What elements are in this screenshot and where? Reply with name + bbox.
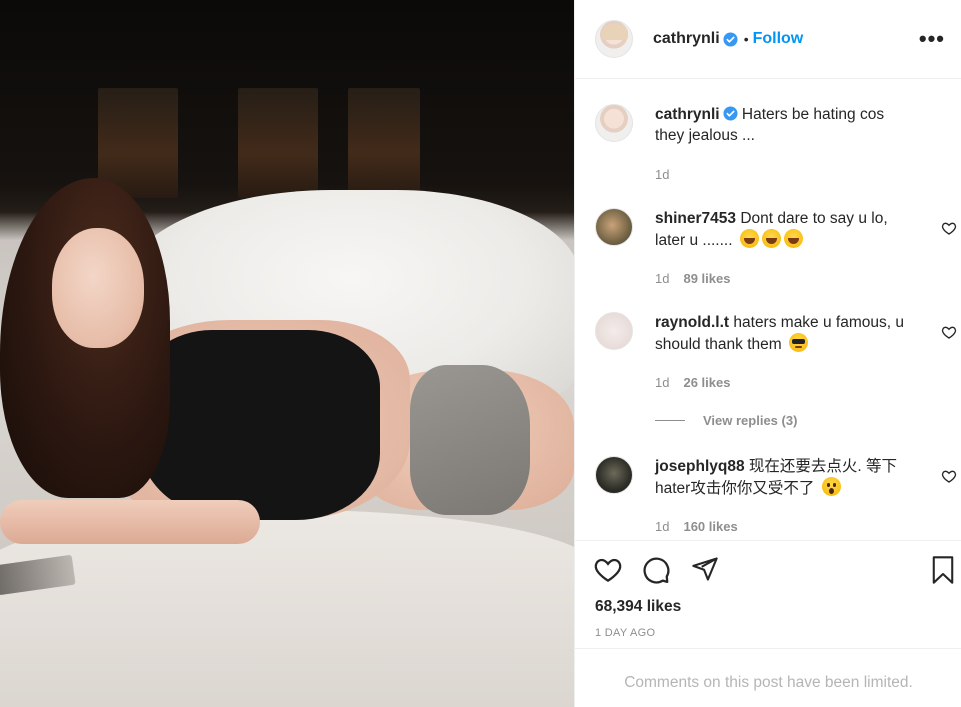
post-panel: cathrynli • Follow ••• cathrynli Haters …	[574, 0, 961, 707]
caption-time: 1d	[655, 167, 670, 182]
comment-username[interactable]: raynold.l.t	[655, 314, 729, 331]
actions-bar: 68,394 likes 1 DAY AGO	[575, 540, 961, 648]
comments-limited-notice: Comments on this post have been limited.	[575, 648, 961, 707]
follow-button[interactable]: Follow	[753, 30, 804, 48]
figure-top	[140, 330, 380, 520]
comment-username[interactable]: josephlyq88	[655, 458, 745, 475]
verified-icon	[723, 106, 738, 121]
avatar[interactable]	[595, 312, 633, 350]
action-icons	[593, 555, 954, 587]
caption-text: cathrynli Haters be hating cos they jeal…	[655, 104, 913, 146]
background-window	[238, 88, 318, 198]
view-replies-label: View replies (3)	[703, 413, 798, 428]
comment-icon[interactable]	[641, 555, 671, 585]
comment-meta: 1d 89 likes	[655, 271, 730, 286]
view-replies-button[interactable]: View replies (3)	[655, 413, 797, 428]
comment-item: shiner7453 Dont dare to say u lo, later …	[595, 208, 957, 286]
background-window	[348, 88, 420, 198]
comment-text: josephlyq88 现在还要去点火. 等下hater攻击你你又受不了	[655, 456, 913, 499]
post-header: cathrynli • Follow •••	[575, 0, 961, 79]
like-comment-heart-icon[interactable]	[941, 220, 957, 236]
caption-username[interactable]: cathrynli	[655, 106, 720, 123]
avatar[interactable]	[595, 456, 633, 494]
post-timestamp: 1 DAY AGO	[595, 627, 656, 639]
post-photo[interactable]	[0, 0, 574, 707]
verified-icon	[723, 31, 738, 47]
comment-username[interactable]: shiner7453	[655, 210, 736, 227]
more-icon[interactable]: •••	[919, 28, 945, 50]
comment-text: shiner7453 Dont dare to say u lo, later …	[655, 208, 913, 251]
figure-brief	[410, 365, 530, 515]
figure-face	[52, 228, 144, 348]
caption-meta: 1d	[655, 167, 669, 182]
face-with-tears-of-joy-icon	[761, 229, 781, 248]
smiling-face-with-sunglasses-icon	[788, 333, 808, 352]
avatar[interactable]	[595, 208, 633, 246]
comment-meta: 1d 160 likes	[655, 519, 738, 534]
like-comment-heart-icon[interactable]	[941, 468, 957, 484]
likes-count[interactable]: 68,394 likes	[595, 598, 681, 616]
comments-list: cathrynli Haters be hating cos they jeal…	[575, 80, 961, 540]
avatar[interactable]	[595, 20, 633, 58]
heart-icon[interactable]	[593, 555, 623, 585]
caption: cathrynli Haters be hating cos they jeal…	[595, 104, 955, 182]
face-with-tears-of-joy-icon	[739, 229, 759, 248]
comment-likes[interactable]: 26 likes	[683, 375, 730, 390]
comment-time: 1d	[655, 519, 670, 534]
comment-likes[interactable]: 89 likes	[683, 271, 730, 286]
comment-text: raynold.l.t haters make u famous, u shou…	[655, 312, 913, 355]
share-icon[interactable]	[691, 555, 719, 583]
comment-item: josephlyq88 现在还要去点火. 等下hater攻击你你又受不了 1d 1…	[595, 456, 957, 534]
comment-time: 1d	[655, 271, 670, 286]
comment-meta: 1d 26 likes	[655, 375, 730, 390]
face-with-open-mouth-icon	[821, 477, 841, 496]
bookmark-icon[interactable]	[929, 555, 957, 585]
figure-arm	[0, 500, 260, 544]
separator-dot: •	[743, 31, 749, 47]
like-comment-heart-icon[interactable]	[941, 324, 957, 340]
comment-time: 1d	[655, 375, 670, 390]
comment-item: raynold.l.t haters make u famous, u shou…	[595, 312, 957, 390]
comment-likes[interactable]: 160 likes	[683, 519, 737, 534]
username-link[interactable]: cathrynli	[653, 30, 720, 48]
divider	[655, 420, 685, 421]
face-with-tears-of-joy-icon	[783, 229, 803, 248]
avatar[interactable]	[595, 104, 633, 142]
